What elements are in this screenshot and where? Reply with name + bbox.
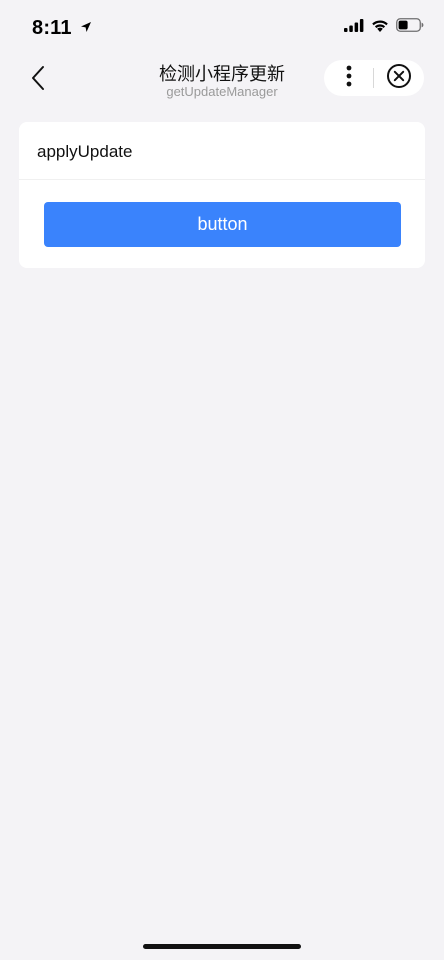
status-icons xyxy=(344,18,424,37)
status-time-text: 8:11 xyxy=(32,17,72,39)
apply-update-button-label: button xyxy=(197,214,248,234)
close-button[interactable] xyxy=(374,60,424,96)
card-title: applyUpdate xyxy=(37,142,133,161)
menu-capsule xyxy=(324,60,424,96)
more-vertical-icon xyxy=(346,65,352,92)
status-bar: 8:11 xyxy=(0,0,444,52)
close-circle-icon xyxy=(386,63,412,94)
cellular-signal-icon xyxy=(344,18,364,37)
more-button[interactable] xyxy=(324,60,373,96)
status-time: 8:11 xyxy=(32,16,92,40)
apply-update-button[interactable]: button xyxy=(44,202,401,247)
location-arrow-icon xyxy=(80,16,92,39)
wifi-icon xyxy=(371,19,389,37)
battery-icon xyxy=(396,18,424,37)
home-indicator[interactable] xyxy=(143,944,301,949)
navigation-bar: 检测小程序更新 getUpdateManager xyxy=(0,52,444,108)
apply-update-card: applyUpdate button xyxy=(19,122,425,268)
card-divider xyxy=(19,179,425,180)
